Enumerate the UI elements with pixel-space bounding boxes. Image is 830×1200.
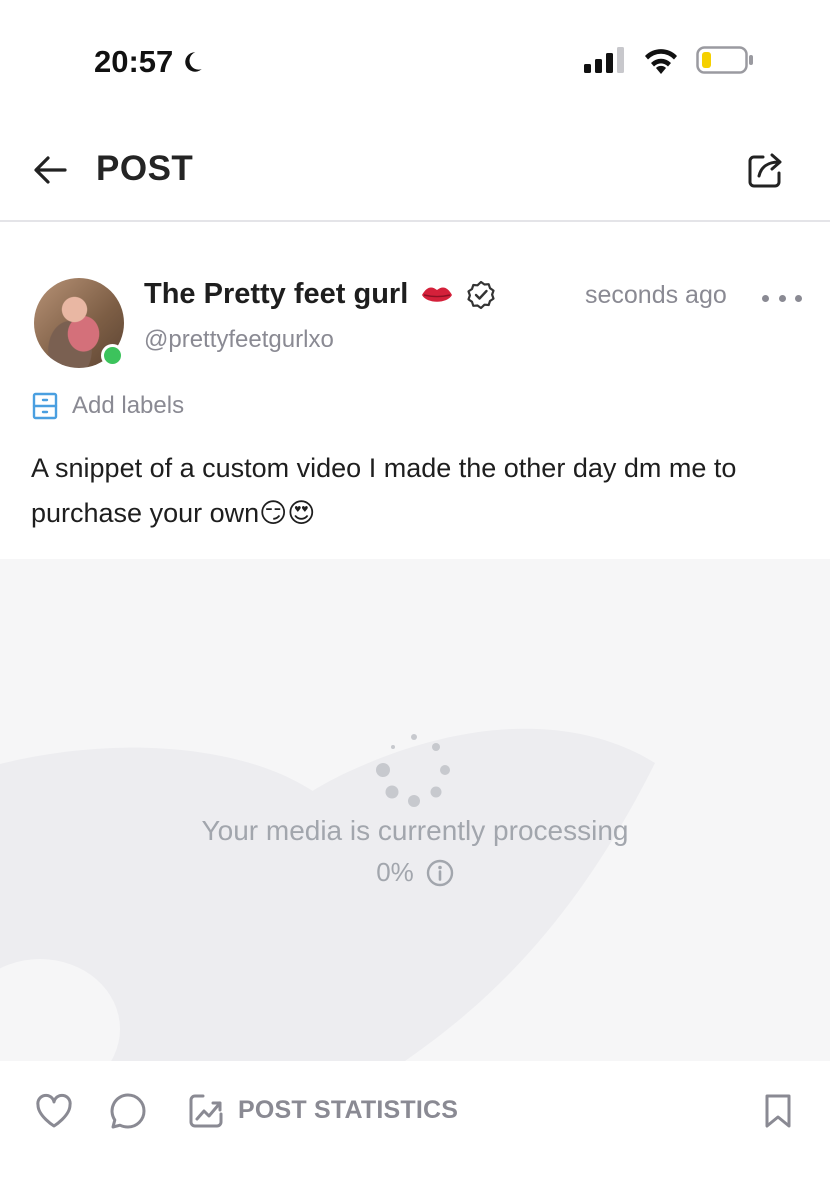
labels-icon [32,392,58,420]
more-icon[interactable] [762,288,802,308]
moon-icon [185,52,203,72]
share-button[interactable] [744,148,788,192]
author-name-text: The Pretty feet gurl [144,278,409,310]
spinner-icon [376,734,450,807]
post-actions-bar: POST STATISTICS [0,1061,830,1200]
statistics-icon [189,1094,223,1128]
wifi-icon [645,49,677,74]
add-labels-text: Add labels [72,392,185,419]
comment-icon [110,1093,146,1129]
info-icon[interactable] [426,859,454,887]
bookmark-button[interactable] [758,1091,798,1131]
comment-button[interactable] [108,1091,148,1131]
author-handle[interactable]: @prettyfeetgurlxo [144,326,334,354]
media-placeholder[interactable]: Your media is currently processing 0% [0,559,830,1061]
post-text: A snippet of a custom video I made the o… [31,453,737,528]
heart-icon [36,1093,72,1128]
back-arrow-icon [34,156,67,184]
add-labels-button[interactable]: Add labels [32,392,184,420]
like-button[interactable] [34,1091,74,1131]
post-timestamp: seconds ago [585,281,727,309]
status-icons [584,46,754,74]
post-header: POST [0,120,830,222]
signal-icon [584,47,624,73]
post-statistics-button[interactable] [186,1091,226,1131]
share-icon [748,153,782,188]
lips-icon [422,286,453,302]
verified-icon [467,280,495,309]
processing-status: Your media is currently processing [201,815,629,846]
processing-progress: 0% [0,857,830,888]
progress-percent: 0% [376,857,414,887]
bookmark-icon [765,1094,791,1128]
author-name[interactable]: The Pretty feet gurl [144,278,496,311]
status-time: 20:57 [94,44,205,80]
page-title: POST [96,149,194,188]
online-status-dot [101,344,124,367]
back-button[interactable] [30,150,70,190]
status-time-text: 20:57 [94,44,174,79]
post-statistics-label[interactable]: POST STATISTICS [238,1096,458,1125]
battery-icon [696,46,753,74]
